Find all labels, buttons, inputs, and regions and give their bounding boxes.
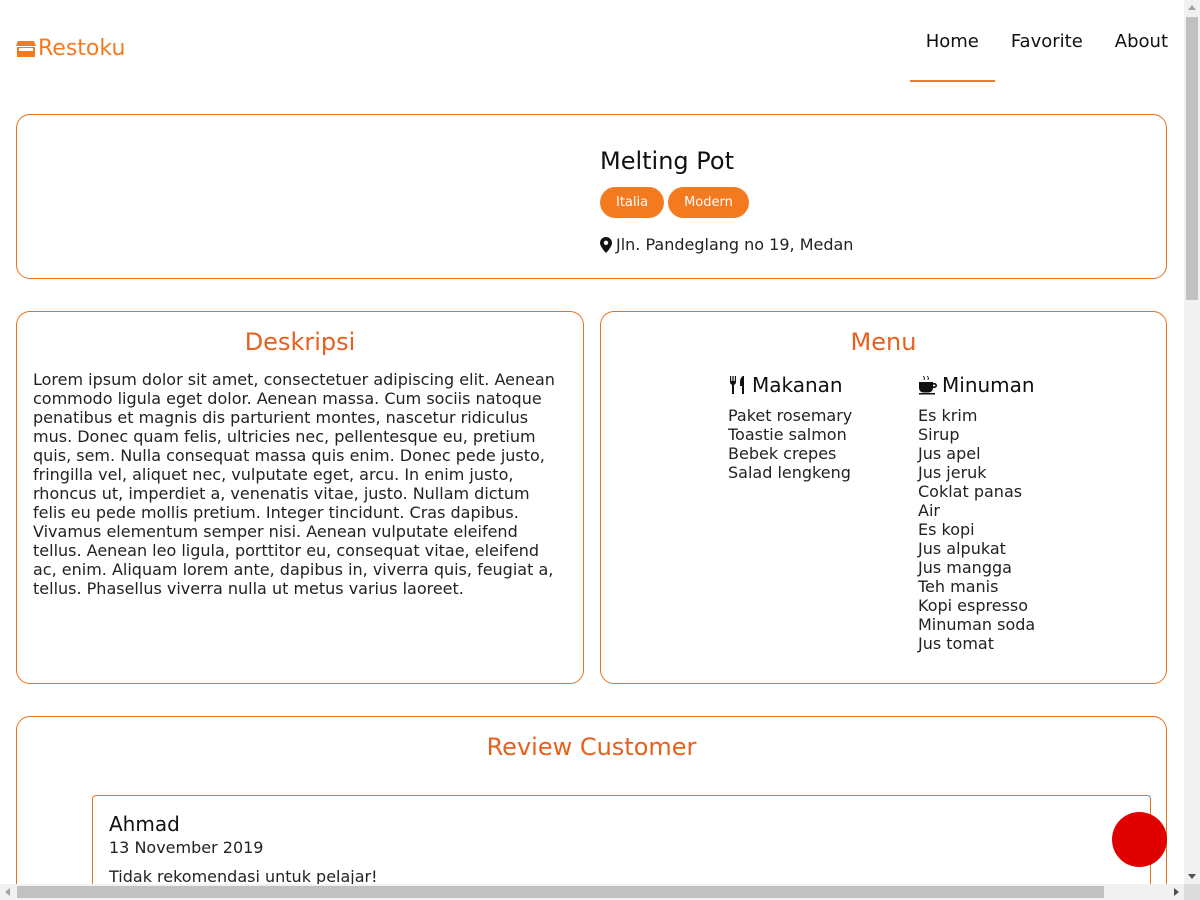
- menu-item: Bebek crepes: [728, 444, 837, 463]
- menu-item: Jus apel: [918, 444, 981, 463]
- menu-item: Sirup: [918, 425, 960, 444]
- restaurant-detail-card: Melting Pot Italia Modern Jln. Pandeglan…: [16, 114, 1167, 279]
- app-header: Restoku Home Favorite About: [0, 0, 1184, 82]
- menu-title: Menu: [850, 328, 917, 356]
- menu-item: Es kopi: [918, 520, 975, 539]
- menu-item: Minuman soda: [918, 615, 1036, 634]
- nav-favorite[interactable]: Favorite: [995, 0, 1099, 82]
- brand-logo[interactable]: Restoku: [16, 36, 125, 61]
- floating-action-button[interactable]: [1112, 812, 1167, 867]
- food-heading: Makanan: [728, 372, 918, 398]
- drink-heading: Minuman: [918, 372, 1108, 398]
- scroll-right-arrow-icon[interactable]: [1174, 888, 1179, 896]
- menu-item: Jus tomat: [918, 634, 995, 653]
- restaurant-name: Melting Pot: [600, 147, 735, 175]
- vertical-scroll-thumb[interactable]: [1186, 17, 1198, 300]
- description-card: Deskripsi Lorem ipsum dolor sit amet, co…: [16, 311, 584, 684]
- map-pin-icon: [600, 236, 612, 253]
- scroll-down-arrow-icon[interactable]: [1188, 874, 1196, 879]
- description-title: Deskripsi: [244, 328, 356, 356]
- menu-item: Es krim: [918, 406, 978, 425]
- vertical-scrollbar[interactable]: [1184, 0, 1200, 884]
- review-date: 13 November 2019: [109, 838, 264, 857]
- category-tags: Italia Modern: [600, 187, 749, 218]
- drink-heading-label: Minuman: [942, 373, 1035, 397]
- food-heading-label: Makanan: [752, 373, 843, 397]
- restaurant-address: Jln. Pandeglang no 19, Medan: [600, 235, 853, 254]
- horizontal-scrollbar[interactable]: [0, 884, 1184, 900]
- menu-item: Salad lengkeng: [728, 463, 851, 482]
- reviews-title: Review Customer: [486, 733, 697, 761]
- description-text: Lorem ipsum dolor sit amet, consectetuer…: [33, 370, 555, 598]
- store-icon: [16, 40, 36, 58]
- menu-card: Menu Makanan Paket rosemary Toastie salm…: [600, 311, 1167, 684]
- scrollbar-corner: [1184, 884, 1200, 900]
- mug-icon: [918, 374, 940, 396]
- menu-item: Air: [918, 501, 940, 520]
- utensils-icon: [728, 374, 750, 396]
- address-text: Jln. Pandeglang no 19, Medan: [616, 235, 854, 254]
- nav-about[interactable]: About: [1099, 0, 1184, 82]
- category-tag: Italia: [600, 187, 665, 218]
- menu-item: Kopi espresso: [918, 596, 1029, 615]
- reviewer-name: Ahmad: [109, 812, 180, 836]
- horizontal-scroll-thumb[interactable]: [17, 886, 1104, 898]
- scroll-left-arrow-icon[interactable]: [5, 888, 10, 896]
- nav-home[interactable]: Home: [909, 0, 996, 82]
- menu-item: Paket rosemary: [728, 406, 853, 425]
- category-tag: Modern: [668, 187, 749, 218]
- menu-item: Coklat panas: [918, 482, 1023, 501]
- menu-item: Jus jeruk: [918, 463, 987, 482]
- drink-column: Minuman Es krim Sirup Jus apel Jus jeruk…: [918, 372, 1108, 653]
- menu-item: Jus alpukat: [918, 539, 1006, 558]
- scroll-up-arrow-icon[interactable]: [1188, 5, 1196, 10]
- food-column: Makanan Paket rosemary Toastie salmon Be…: [728, 372, 918, 653]
- menu-item: Toastie salmon: [728, 425, 847, 444]
- menu-item: Teh manis: [918, 577, 999, 596]
- brand-name: Restoku: [38, 36, 126, 61]
- main-nav: Home Favorite About: [909, 0, 1184, 82]
- menu-columns: Makanan Paket rosemary Toastie salmon Be…: [728, 372, 1108, 653]
- reviews-card: Review Customer Ahmad 13 November 2019 T…: [16, 716, 1167, 900]
- menu-item: Jus mangga: [918, 558, 1012, 577]
